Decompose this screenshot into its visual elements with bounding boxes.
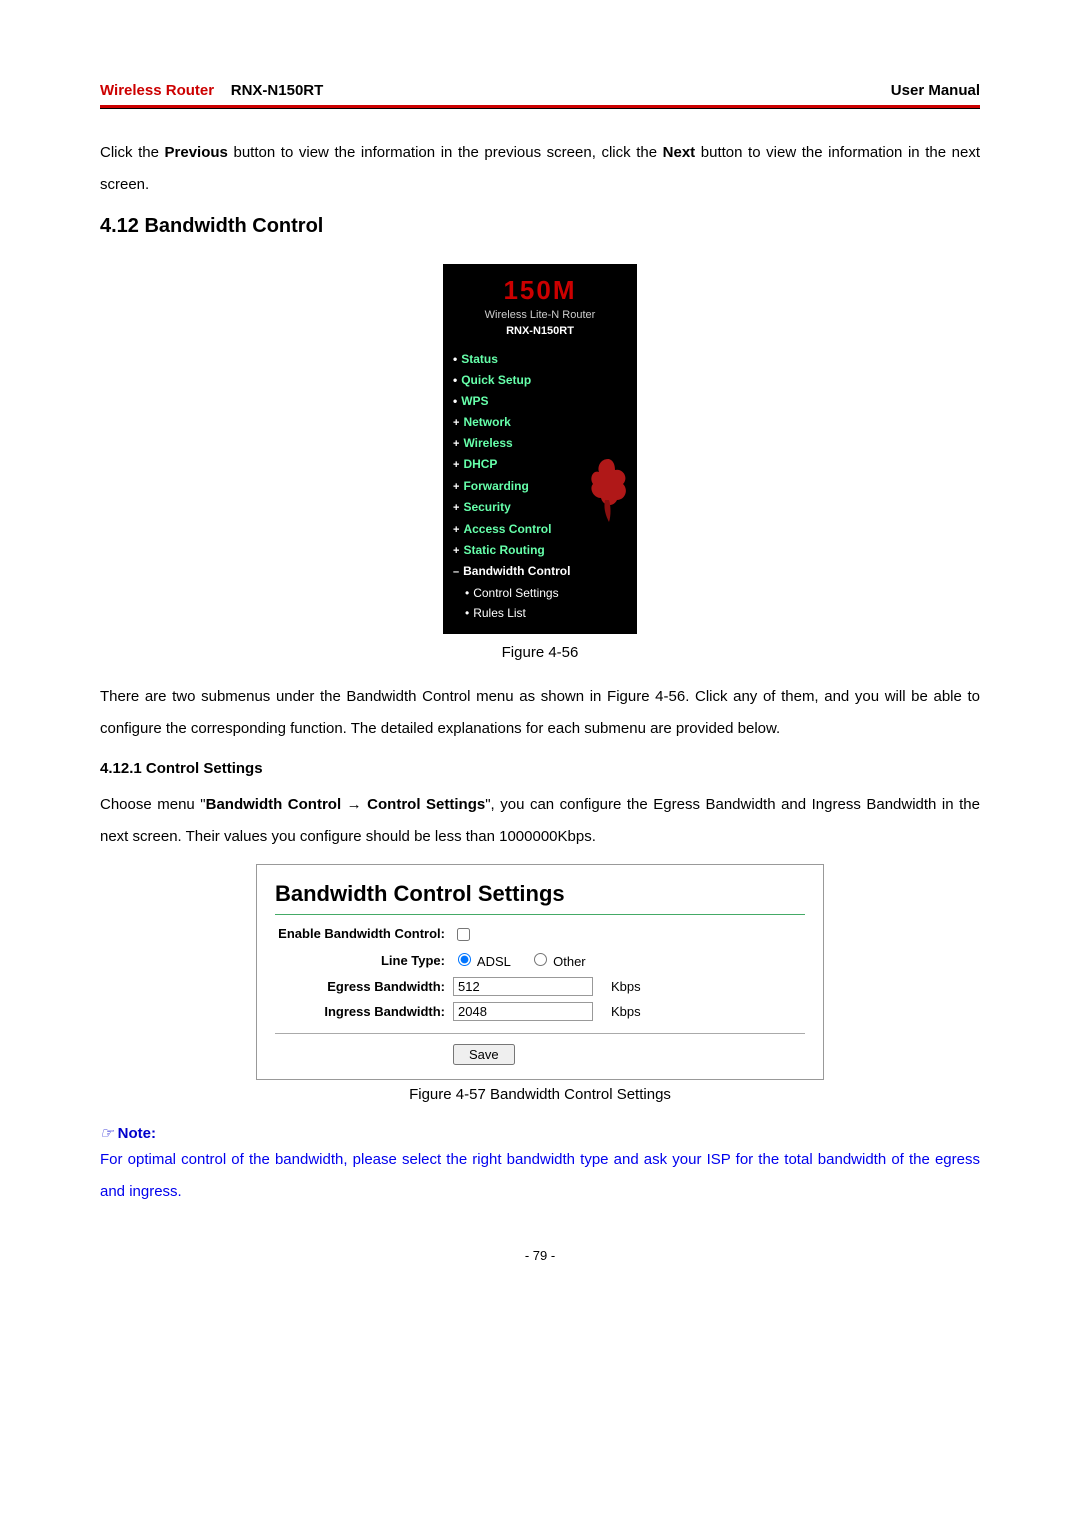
radio-other[interactable] (534, 953, 547, 966)
nav-item-network[interactable]: Network (453, 412, 637, 433)
product-model-text: RNX-N150RT (231, 82, 324, 99)
nav-item-wireless[interactable]: Wireless (453, 433, 637, 454)
ingress-label: Ingress Bandwidth: (275, 1003, 453, 1021)
header-right: User Manual (891, 80, 980, 101)
nav-item-bandwidth[interactable]: Bandwidth Control (453, 561, 637, 582)
linetype-label: Line Type: (275, 952, 453, 970)
nav-sublist: Control Settings Rules List (443, 583, 637, 625)
product-type: Wireless Router (100, 82, 214, 99)
figure-56-caption: Figure 4-56 (100, 642, 980, 663)
nav-item-wps[interactable]: WPS (453, 391, 637, 412)
intro-paragraph: Click the Previous button to view the in… (100, 137, 980, 200)
ingress-input[interactable] (453, 1002, 593, 1021)
radio-adsl-wrap[interactable]: ADSL (453, 954, 511, 969)
note-label: Note: (118, 1125, 156, 1142)
save-button[interactable]: Save (453, 1044, 515, 1065)
ingress-unit: Kbps (611, 1003, 641, 1021)
panel-divider-top (275, 914, 805, 915)
figure-57-caption: Figure 4-57 Bandwidth Control Settings (100, 1084, 980, 1105)
radio-other-wrap[interactable]: Other (529, 954, 586, 969)
router-subtitle-1: Wireless Lite-N Router (443, 308, 637, 323)
egress-input[interactable] (453, 977, 593, 996)
panel-title: Bandwidth Control Settings (275, 879, 805, 910)
router-logo: 150M (443, 272, 637, 308)
radio-adsl[interactable] (458, 953, 471, 966)
bandwidth-settings-panel: Bandwidth Control Settings Enable Bandwi… (256, 864, 824, 1080)
egress-label: Egress Bandwidth: (275, 978, 453, 996)
router-nav-menu: 150M Wireless Lite-N Router RNX-N150RT S… (443, 264, 637, 634)
router-subtitle-2: RNX-N150RT (443, 324, 637, 339)
section-heading: 4.12 Bandwidth Control (100, 212, 980, 240)
egress-unit: Kbps (611, 978, 641, 996)
nav-item-status[interactable]: Status (453, 349, 637, 370)
control-settings-paragraph: Choose menu "Bandwidth Control → Control… (100, 789, 980, 852)
note-text: For optimal control of the bandwidth, pl… (100, 1144, 980, 1207)
rose-icon (583, 454, 633, 524)
nav-sub-ruleslist[interactable]: Rules List (465, 603, 637, 624)
product-model (218, 82, 231, 99)
submenu-paragraph: There are two submenus under the Bandwid… (100, 681, 980, 744)
page-number: - 79 - (100, 1247, 980, 1265)
nav-item-staticrouting[interactable]: Static Routing (453, 540, 637, 561)
page-header: Wireless Router RNX-N150RT User Manual (100, 80, 980, 101)
subsection-heading: 4.12.1 Control Settings (100, 758, 980, 779)
nav-item-quicksetup[interactable]: Quick Setup (453, 370, 637, 391)
nav-sub-controlsettings[interactable]: Control Settings (465, 583, 637, 604)
enable-label: Enable Bandwidth Control: (275, 925, 453, 943)
note-heading: ☞ Note: (100, 1123, 980, 1144)
header-left: Wireless Router RNX-N150RT (100, 80, 323, 101)
linetype-radios: ADSL Other (453, 950, 600, 971)
panel-divider-bottom (275, 1033, 805, 1034)
header-divider (100, 105, 980, 109)
enable-checkbox[interactable] (457, 928, 470, 941)
note-pointer-icon: ☞ (100, 1125, 113, 1142)
